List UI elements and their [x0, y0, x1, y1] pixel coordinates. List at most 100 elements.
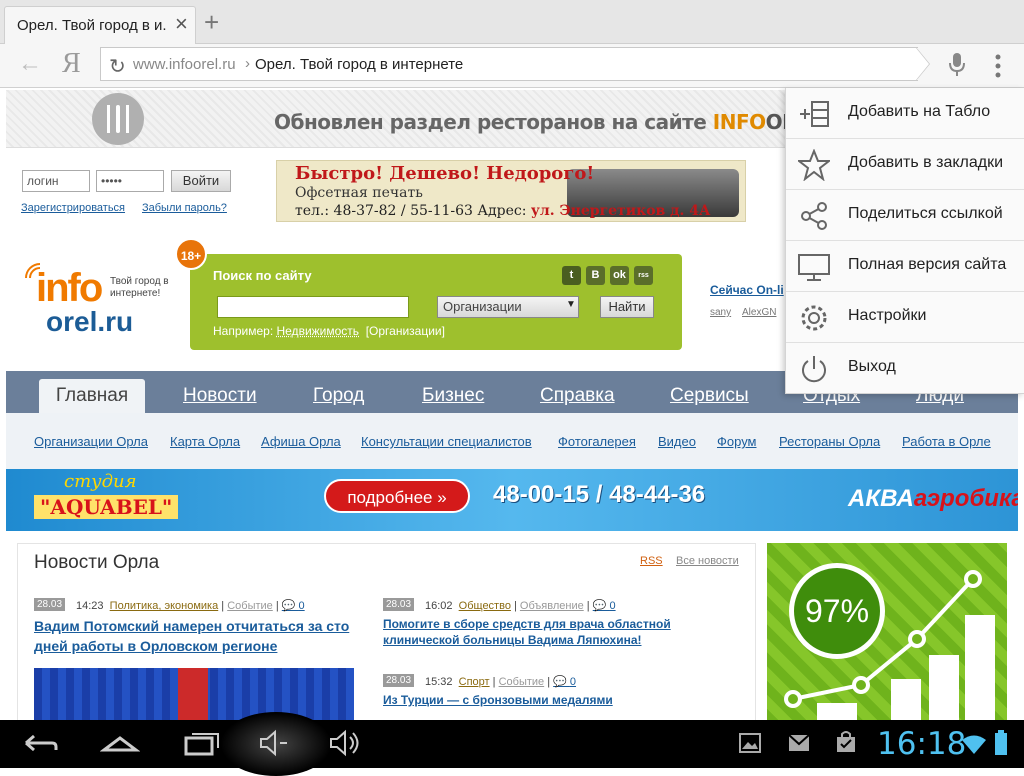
subnav-link[interactable]: Видео: [658, 434, 696, 449]
news-block-title: Новости Орла: [34, 552, 160, 573]
subnav-link[interactable]: Афиша Орла: [261, 434, 341, 449]
rss-icon[interactable]: rss: [634, 266, 653, 285]
news-rss-link[interactable]: RSS: [640, 555, 663, 567]
nav-tab-reference[interactable]: Справка: [540, 385, 615, 407]
nav-tab-city[interactable]: Город: [313, 385, 364, 407]
volume-up-icon[interactable]: [328, 728, 362, 758]
gmail-icon: [788, 734, 810, 751]
aqua-brand-name: "AQUABEL": [34, 495, 179, 519]
subnav-link[interactable]: Фотогалерея: [558, 434, 636, 449]
microphone-icon[interactable]: [948, 52, 966, 83]
search-title: Поиск по сайту: [213, 268, 312, 283]
age-rating-badge: 18+: [175, 238, 207, 270]
system-home-icon[interactable]: [100, 728, 140, 758]
aquabel-banner[interactable]: студия "AQUABEL" подробнее » 48-00-15 / …: [6, 469, 1018, 531]
nav-tab-news[interactable]: Новости: [183, 385, 257, 407]
menu-item-share-link[interactable]: Поделиться ссылкой: [786, 190, 1024, 241]
overflow-menu-icon[interactable]: [994, 54, 1002, 83]
subnav-link[interactable]: Рестораны Орла: [779, 434, 880, 449]
system-back-icon[interactable]: [22, 728, 60, 758]
online-user[interactable]: AlexGN: [742, 307, 776, 318]
logo-orel-text: orel.ru: [46, 306, 134, 337]
all-news-link[interactable]: Все новости: [676, 555, 739, 567]
news-meta: 14:23 Политика, экономика | Событие | 💬 …: [76, 600, 305, 612]
cutlery-icon: [92, 93, 144, 145]
system-recents-icon[interactable]: [182, 728, 222, 758]
new-tab-icon[interactable]: +: [204, 9, 219, 35]
twitter-icon[interactable]: t: [562, 266, 581, 285]
ad-percent-bubble: 97%: [789, 563, 885, 659]
gallery-icon: [739, 733, 761, 753]
url-separator: ›: [245, 55, 250, 72]
news-category[interactable]: Спорт: [459, 676, 490, 688]
nav-tab-services[interactable]: Сервисы: [670, 385, 749, 407]
flag-image: [178, 668, 208, 720]
news-photo[interactable]: [34, 668, 354, 720]
news-comment-count: 0: [298, 600, 305, 612]
back-arrow-icon[interactable]: ←: [18, 50, 42, 78]
odnoklassniki-icon[interactable]: ok: [610, 266, 629, 285]
news-type[interactable]: Событие: [499, 676, 545, 688]
more-details-button[interactable]: подробнее »: [324, 479, 470, 513]
login-button[interactable]: Войти: [171, 170, 231, 192]
print-ad-contacts: тел.: 48-37-82 / 55-11-63 Адрес: ул. Эне…: [295, 203, 710, 219]
news-type[interactable]: Объявление: [520, 600, 584, 612]
shop-bag-icon: [837, 731, 855, 752]
online-now-title[interactable]: Сейчас On-li: [710, 283, 784, 297]
news-headline[interactable]: Из Турции — с бронзовыми медалями: [383, 692, 703, 708]
news-category[interactable]: Политика, экономика: [110, 600, 219, 612]
growth-ad-banner[interactable]: 97%: [767, 543, 1007, 720]
news-headline[interactable]: Помогите в сборе средств для врача облас…: [383, 616, 703, 648]
news-comments[interactable]: 💬 0: [282, 600, 305, 612]
register-link[interactable]: Зарегистрироваться: [21, 202, 125, 214]
login-field[interactable]: логин: [22, 170, 90, 192]
monitor-icon: [798, 254, 830, 281]
password-field[interactable]: •••••: [96, 170, 164, 192]
tab-title: Орел. Твой город в и...: [17, 17, 167, 34]
news-category[interactable]: Общество: [459, 600, 511, 612]
news-comments[interactable]: 💬 0: [593, 600, 616, 612]
close-tab-icon[interactable]: ×: [175, 13, 188, 35]
site-logo[interactable]: info orel.ru Твой город в интернете!: [24, 260, 174, 344]
news-headline[interactable]: Вадим Потомский намерен отчитаться за ст…: [34, 616, 354, 656]
share-icon: [801, 202, 827, 230]
subnav-link[interactable]: Форум: [717, 434, 757, 449]
menu-item-settings[interactable]: Настройки: [786, 292, 1024, 343]
forgot-password-link[interactable]: Забыли пароль?: [142, 202, 227, 214]
example-link-orgs[interactable]: [Организации]: [366, 324, 445, 338]
online-user[interactable]: sany: [710, 307, 731, 318]
menu-item-add-bookmark[interactable]: Добавить в закладки: [786, 139, 1024, 190]
search-button[interactable]: Найти: [600, 296, 654, 318]
logo-tagline: Твой город в интернете!: [110, 276, 169, 299]
system-navigation-bar: 16:18: [0, 712, 1024, 776]
news-time: 15:32: [425, 676, 453, 688]
news-type[interactable]: Событие: [227, 600, 273, 612]
subnav-link[interactable]: Карта Орла: [170, 434, 240, 449]
search-example: Например: Недвижимость [Организации]: [213, 324, 445, 338]
volume-down-icon[interactable]: [258, 728, 290, 758]
reload-icon[interactable]: ↻: [109, 54, 126, 79]
search-input[interactable]: [217, 296, 409, 318]
search-category-select[interactable]: Организации ▼: [437, 296, 579, 318]
example-link-realty[interactable]: Недвижимость: [276, 324, 359, 338]
print-ad-banner[interactable]: Быстро! Дешево! Недорого! Офсетная печат…: [276, 160, 746, 222]
aqua-studio-label: студия: [64, 471, 137, 492]
banner-text: Обновлен раздел ресторанов на сайте: [274, 110, 713, 134]
url-page-title: Орел. Твой город в интернете: [255, 56, 464, 73]
menu-item-add-to-dashboard[interactable]: Добавить на Табло: [786, 88, 1024, 139]
news-comments[interactable]: 💬 0: [553, 676, 576, 688]
subnav-link[interactable]: Консультации специалистов: [361, 434, 532, 449]
menu-item-full-version[interactable]: Полная версия сайта: [786, 241, 1024, 292]
menu-item-exit[interactable]: Выход: [786, 343, 1024, 394]
nav-tab-business[interactable]: Бизнес: [422, 385, 484, 407]
print-ad-phones: тел.: 48-37-82 / 55-11-63 Адрес:: [295, 203, 531, 219]
subnav-link[interactable]: Организации Орла: [34, 434, 148, 449]
address-bar[interactable]: ↻ www.infoorel.ru › Орел. Твой город в и…: [100, 47, 918, 81]
subnav-link[interactable]: Работа в Орле: [902, 434, 991, 449]
browser-tab[interactable]: Орел. Твой город в и... ×: [4, 6, 196, 44]
yandex-icon[interactable]: Я: [62, 48, 81, 80]
vkontakte-icon[interactable]: В: [586, 266, 605, 285]
gear-icon: [801, 305, 827, 331]
nav-tab-home[interactable]: Главная: [39, 379, 145, 413]
address-bar-arrow-fill: [916, 48, 929, 80]
